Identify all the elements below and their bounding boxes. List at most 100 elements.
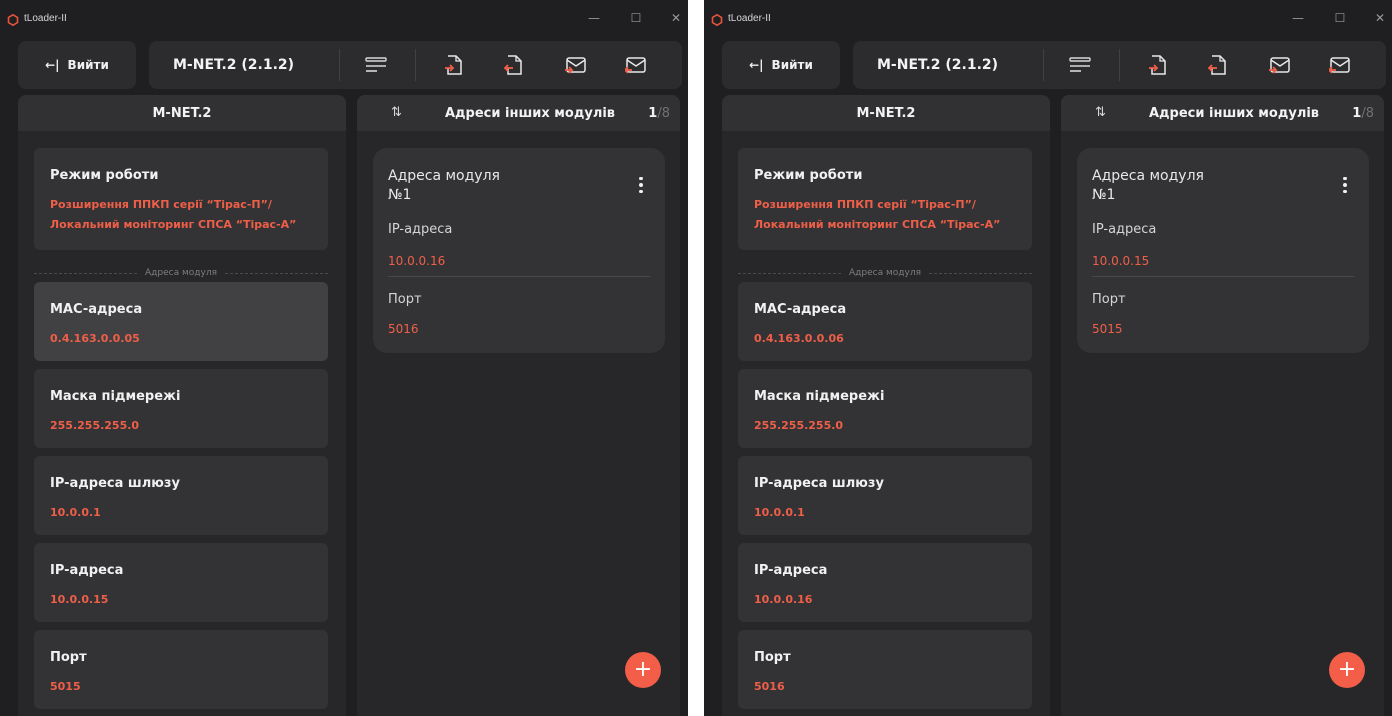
file-upload-icon[interactable]	[1205, 51, 1231, 79]
mac-address-card[interactable]: MAC-адреса 0.4.163.0.0.06	[738, 282, 1032, 361]
file-download-icon[interactable]	[441, 51, 467, 79]
gateway-card[interactable]: IP-адреса шлюзу 10.0.0.1	[738, 456, 1032, 535]
ip-label: IP-адреса	[1092, 222, 1157, 237]
panel-header: ⇅ Адреси інших модулів 1/8	[357, 95, 680, 131]
close-button[interactable]: ✕	[1370, 8, 1390, 28]
more-menu-icon[interactable]	[1339, 177, 1351, 193]
add-module-button[interactable]: +	[625, 652, 661, 688]
card-divider	[388, 276, 650, 277]
exit-button[interactable]: ←| Вийти	[18, 41, 136, 89]
minimize-button[interactable]: —	[1288, 8, 1308, 28]
device-title-bar: M-NET.2 (2.1.2)	[149, 41, 682, 89]
card-title: Порт	[50, 650, 87, 665]
operating-mode-card[interactable]: Режим роботи Розширення ППКП серії “Тіра…	[34, 148, 328, 250]
toolbar: ←| Вийти M-NET.2 (2.1.2)	[18, 41, 682, 89]
toolbar-divider	[1043, 49, 1044, 81]
module-settings-panel: M-NET.2 Режим роботи Розширення ППКП сер…	[722, 95, 1050, 716]
section-label: Адреса модуля	[145, 268, 217, 278]
exit-button[interactable]: ←| Вийти	[722, 41, 840, 89]
gateway-card[interactable]: IP-адреса шлюзу 10.0.0.1	[34, 456, 328, 535]
ip-address-card[interactable]: IP-адреса 10.0.0.15	[34, 543, 328, 622]
module-number: №1	[388, 187, 412, 203]
separator-line	[928, 272, 1032, 274]
port-value: 5016	[388, 322, 419, 336]
section-separator: Адреса модуля	[34, 267, 328, 279]
ip-address-card[interactable]: IP-адреса 10.0.0.16	[738, 543, 1032, 622]
panel-title: Адреси інших модулів	[1149, 106, 1320, 121]
file-download-icon[interactable]	[1145, 51, 1171, 79]
module-settings-panel: M-NET.2 Режим роботи Розширення ППКП сер…	[18, 95, 346, 716]
mail-download-icon[interactable]	[563, 51, 589, 79]
more-menu-icon[interactable]	[635, 177, 647, 193]
app-logo-icon	[711, 14, 723, 26]
sort-icon[interactable]: ⇅	[1095, 105, 1106, 120]
list-icon[interactable]	[1067, 51, 1093, 79]
page-counter: 1/8	[1352, 106, 1374, 121]
title-bar: tLoader-II — ☐ ✕	[704, 0, 1392, 32]
card-value: 10.0.0.15	[50, 593, 109, 606]
ip-value: 10.0.0.16	[388, 254, 446, 268]
card-value: 255.255.255.0	[754, 419, 844, 432]
section-label: Адреса модуля	[849, 268, 921, 278]
device-title-bar: M-NET.2 (2.1.2)	[853, 41, 1386, 89]
minimize-button[interactable]: —	[584, 8, 604, 28]
separator-line	[738, 272, 842, 274]
exit-label: Вийти	[67, 58, 109, 72]
card-title: Порт	[754, 650, 791, 665]
port-label: Порт	[388, 292, 422, 307]
ip-value: 10.0.0.15	[1092, 254, 1150, 268]
page-current: 1	[1352, 106, 1362, 121]
module-address-card[interactable]: Адреса модуля №1 IP-адреса 10.0.0.15 Пор…	[1077, 148, 1369, 353]
subnet-mask-card[interactable]: Маска підмережі 255.255.255.0	[738, 369, 1032, 448]
exit-arrow-icon: ←|	[749, 58, 764, 72]
card-value: 10.0.0.1	[50, 506, 101, 519]
mail-download-icon[interactable]	[1267, 51, 1293, 79]
port-value: 5015	[1092, 322, 1123, 336]
device-title: M-NET.2 (2.1.2)	[173, 57, 295, 73]
device-title: M-NET.2 (2.1.2)	[877, 57, 999, 73]
card-title: IP-адреса	[754, 563, 828, 578]
module-title-line-1: Адреса модуля	[1092, 168, 1204, 184]
maximize-button[interactable]: ☐	[1330, 8, 1350, 28]
card-value: 10.0.0.16	[754, 593, 813, 606]
card-value: 0.4.163.0.0.06	[754, 332, 844, 345]
exit-arrow-icon: ←|	[45, 58, 60, 72]
mail-upload-icon[interactable]	[1327, 51, 1353, 79]
card-value: Розширення ППКП серії “Тірас-П”/ Локальн…	[754, 195, 1000, 235]
card-title: Режим роботи	[50, 168, 159, 183]
panel-header: ⇅ Адреси інших модулів 1/8	[1061, 95, 1384, 131]
file-upload-icon[interactable]	[501, 51, 527, 79]
port-label: Порт	[1092, 292, 1126, 307]
card-title: Маска підмережі	[50, 389, 181, 404]
close-button[interactable]: ✕	[666, 8, 686, 28]
mac-address-card[interactable]: MAC-адреса 0.4.163.0.0.05	[34, 282, 328, 361]
card-divider	[1092, 276, 1354, 277]
module-card-title: Адреса модуля №1	[388, 167, 500, 205]
add-module-button[interactable]: +	[1329, 652, 1365, 688]
card-title: Режим роботи	[754, 168, 863, 183]
sort-icon[interactable]: ⇅	[391, 105, 402, 120]
operating-mode-card[interactable]: Режим роботи Розширення ППКП серії “Тіра…	[738, 148, 1032, 250]
mode-line-2: Локальний моніторинг СПСА “Тірас-А”	[754, 218, 1001, 231]
window-title: tLoader-II	[728, 13, 771, 24]
panel-header: M-NET.2	[18, 95, 346, 131]
maximize-button[interactable]: ☐	[626, 8, 646, 28]
toolbar-divider	[415, 49, 416, 81]
port-card[interactable]: Порт 5016	[738, 630, 1032, 709]
subnet-mask-card[interactable]: Маска підмережі 255.255.255.0	[34, 369, 328, 448]
module-address-card[interactable]: Адреса модуля №1 IP-адреса 10.0.0.16 Пор…	[373, 148, 665, 353]
port-card[interactable]: Порт 5015	[34, 630, 328, 709]
card-title: IP-адреса	[50, 563, 124, 578]
card-title: IP-адреса шлюзу	[754, 476, 884, 491]
app-logo-icon	[7, 14, 19, 26]
card-title: IP-адреса шлюзу	[50, 476, 180, 491]
mail-upload-icon[interactable]	[623, 51, 649, 79]
mode-line-1: Розширення ППКП серії “Тірас-П”/	[754, 198, 976, 211]
card-value: 5015	[50, 680, 81, 693]
title-bar: tLoader-II — ☐ ✕	[0, 0, 688, 32]
card-title: Маска підмережі	[754, 389, 885, 404]
page-counter: 1/8	[648, 106, 670, 121]
window-title: tLoader-II	[24, 13, 67, 24]
list-icon[interactable]	[363, 51, 389, 79]
card-value: 5016	[754, 680, 785, 693]
